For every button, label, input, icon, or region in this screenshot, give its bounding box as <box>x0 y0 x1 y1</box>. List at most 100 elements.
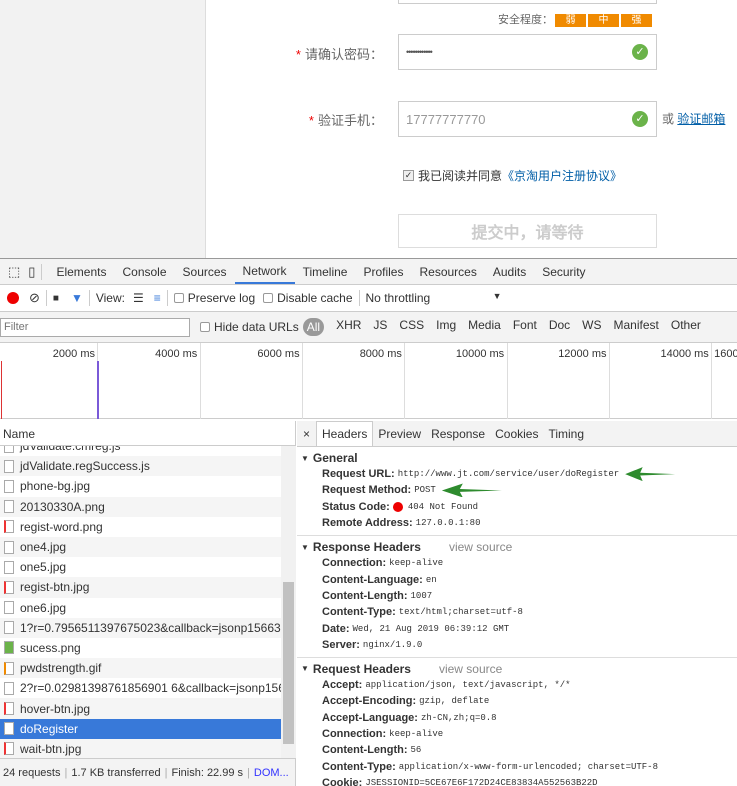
password-input[interactable] <box>398 0 657 4</box>
section-header[interactable]: ▼ Response Headers view source <box>301 539 737 555</box>
tab-sources[interactable]: Sources <box>175 259 235 284</box>
tab-audits[interactable]: Audits <box>485 259 534 284</box>
filter-type-js[interactable]: JS <box>367 318 393 336</box>
request-row[interactable]: doRegister <box>0 718 281 739</box>
filter-type-css[interactable]: CSS <box>393 318 430 336</box>
confirm-password-label: * 请确认密码： <box>295 47 383 62</box>
record-icon[interactable] <box>7 292 19 304</box>
request-row[interactable]: hover-btn.jpg <box>0 698 281 719</box>
filter-type-manifest[interactable]: Manifest <box>608 318 665 336</box>
detail-tab-cookies[interactable]: Cookies <box>490 421 543 446</box>
tab-profiles[interactable]: Profiles <box>355 259 411 284</box>
header-line: Content-Type: text/html;charset=utf-8 <box>301 604 737 620</box>
expand-triangle-icon[interactable]: ▼ <box>301 454 309 463</box>
phone-input[interactable]: 17777777770 ✓ <box>398 101 657 137</box>
device-mode-icon[interactable]: ▯ <box>28 264 35 280</box>
tab-elements[interactable]: Elements <box>48 259 114 284</box>
view-source-link[interactable]: view source <box>439 662 502 676</box>
request-name: hover-btn.jpg <box>20 701 91 716</box>
screenshot-icon[interactable]: ■ <box>53 293 59 304</box>
filter-bar: Hide data URLs All XHRJSCSSImgMediaFontDo… <box>0 312 737 343</box>
header-value: en <box>425 574 437 585</box>
filter-type-media[interactable]: Media <box>462 318 507 336</box>
request-row[interactable]: 20130330A.png <box>0 496 281 517</box>
file-icon <box>4 479 14 493</box>
request-row[interactable]: sucess.png <box>0 638 281 658</box>
header-name: Content-Length: <box>322 744 408 757</box>
request-row[interactable]: one6.jpg <box>0 598 281 618</box>
request-row[interactable]: wait-btn.jpg <box>0 738 281 758</box>
filter-icon[interactable]: ▼ <box>71 291 83 305</box>
filter-type-ws[interactable]: WS <box>576 318 607 336</box>
agreement-link[interactable]: 《京淘用户注册协议》 <box>502 167 622 184</box>
expand-triangle-icon[interactable]: ▼ <box>301 543 309 552</box>
list-view-icon[interactable]: ☰ <box>133 291 144 305</box>
timeline-tick-label: 14000 ms <box>608 343 711 419</box>
header-line: Remote Address: 127.0.0.1:80 <box>301 515 737 531</box>
section-title: Response Headers <box>312 540 421 555</box>
throttling-select[interactable]: No throttling ▼ <box>366 291 502 305</box>
request-row[interactable]: regist-btn.jpg <box>0 577 281 598</box>
close-icon[interactable]: × <box>297 427 316 441</box>
filter-type-xhr[interactable]: XHR <box>330 318 367 336</box>
name-column-header[interactable]: Name <box>0 421 296 446</box>
request-name: pwdstrength.gif <box>20 661 102 676</box>
agree-checkbox[interactable]: ✓ <box>403 170 414 181</box>
request-row[interactable]: jdValidate.cmreg.js <box>0 446 281 456</box>
detail-tab-preview[interactable]: Preview <box>373 421 426 446</box>
detail-tab-response[interactable]: Response <box>426 421 490 446</box>
header-value: nginx/1.9.0 <box>362 639 423 650</box>
submit-button[interactable]: 提交中，请等待 <box>398 214 657 248</box>
header-line: Connection: keep-alive <box>301 726 737 742</box>
request-row[interactable]: one4.jpg <box>0 536 281 558</box>
scrollbar-thumb[interactable] <box>283 582 294 744</box>
valid-check-icon: ✓ <box>632 111 648 127</box>
timeline-tick-label: 4000 ms <box>97 343 199 419</box>
request-row[interactable]: pwdstrength.gif <box>0 658 281 679</box>
expand-triangle-icon[interactable]: ▼ <box>301 664 309 673</box>
filter-type-font[interactable]: Font <box>507 318 543 336</box>
detail-tabbar: × Headers Preview Response Cookies Timing <box>297 421 737 447</box>
request-name: one5.jpg <box>20 560 67 575</box>
header-value: keep-alive <box>389 729 444 739</box>
request-row[interactable]: jdValidate.regSuccess.js <box>0 456 281 477</box>
request-name: doRegister <box>20 721 79 736</box>
filter-input[interactable] <box>0 317 190 337</box>
header-value: zh-CN,zh;q=0.8 <box>420 712 497 723</box>
view-source-link[interactable]: view source <box>449 540 512 554</box>
filter-type-img[interactable]: Img <box>430 318 462 336</box>
confirm-password-input[interactable]: •••••••••••• ✓ <box>398 34 657 70</box>
clear-icon[interactable]: ⊘ <box>29 290 40 306</box>
verify-email-link[interactable]: 验证邮箱 <box>677 112 725 126</box>
tab-resources[interactable]: Resources <box>411 259 484 284</box>
header-name: Date: <box>322 622 350 635</box>
tab-timeline[interactable]: Timeline <box>295 259 356 284</box>
header-name: Connection: <box>322 557 387 570</box>
header-name: Request URL: <box>322 468 395 481</box>
request-row[interactable]: phone-bg.jpg <box>0 476 281 496</box>
file-icon <box>4 500 14 514</box>
waterfall-view-icon[interactable]: ≡ <box>154 291 161 305</box>
request-row[interactable]: 2?r=0.02981398761856901 6&callback=jsonp… <box>0 678 281 698</box>
hide-data-urls-checkbox[interactable]: Hide data URLs <box>200 320 299 334</box>
tab-console[interactable]: Console <box>114 259 174 284</box>
header-line: Request URL: http://www.jt.com/service/us… <box>301 466 737 482</box>
timeline-overview[interactable]: 2000 ms 4000 ms 6000 ms 8000 ms 10000 ms 1200… <box>0 343 737 419</box>
section-header[interactable]: ▼ General <box>301 450 737 466</box>
detail-tab-headers[interactable]: Headers <box>316 421 374 446</box>
filter-type-other[interactable]: Other <box>665 318 707 336</box>
tab-network[interactable]: Network <box>234 259 295 284</box>
filter-type-all[interactable]: All <box>302 318 325 336</box>
phone-value: 17777777770 <box>406 111 486 127</box>
detail-tab-timing[interactable]: Timing <box>543 421 589 446</box>
network-toolbar: ⊘ ■ ▼ View: ☰ ≡ Preserve log Disable cac… <box>0 285 737 312</box>
preserve-log-checkbox[interactable]: Preserve log <box>173 291 255 305</box>
request-row[interactable]: one5.jpg <box>0 557 281 577</box>
request-row[interactable]: 1?r=0.7956511397675023&callback=jsonp156… <box>0 617 281 638</box>
disable-cache-checkbox[interactable]: Disable cache <box>263 291 353 305</box>
filter-type-doc[interactable]: Doc <box>543 318 576 336</box>
inspect-icon[interactable]: ⬚ <box>8 264 20 280</box>
tab-security[interactable]: Security <box>534 259 593 284</box>
request-row[interactable]: regist-word.png <box>0 517 281 537</box>
section-header[interactable]: ▼ Request Headers view source <box>301 661 737 677</box>
